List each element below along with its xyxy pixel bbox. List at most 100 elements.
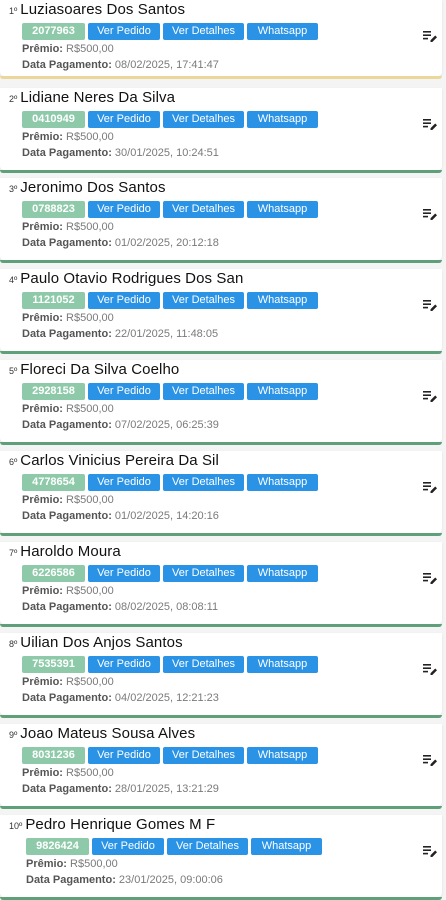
payment-date-value: 22/01/2025, 11:48:05 (114, 328, 219, 340)
ver-pedido-button[interactable]: Ver Pedido (92, 838, 164, 855)
ticket-code-badge: 7535391 (22, 656, 85, 673)
payment-date-line: Data Pagamento: 01/02/2025, 20:12:18 (22, 237, 219, 249)
ver-detalhes-button[interactable]: Ver Detalhes (167, 838, 248, 855)
payment-date-line: Data Pagamento: 30/01/2025, 10:24:51 (22, 147, 219, 159)
ver-pedido-button[interactable]: Ver Pedido (88, 111, 160, 128)
payment-date-line: Data Pagamento: 23/01/2025, 09:00:06 (26, 874, 223, 886)
ver-detalhes-button[interactable]: Ver Detalhes (163, 201, 244, 218)
ver-detalhes-button[interactable]: Ver Detalhes (163, 656, 244, 673)
whatsapp-button[interactable]: Whatsapp (247, 201, 318, 218)
prize-label: Prêmio: (22, 43, 63, 55)
payment-date-label: Data Pagamento: (22, 237, 112, 249)
edit-note-icon[interactable] (422, 206, 438, 222)
ver-pedido-button[interactable]: Ver Pedido (88, 747, 160, 764)
edit-note-icon[interactable] (422, 752, 438, 768)
prize-value: R$500,00 (70, 858, 118, 870)
prize-value: R$500,00 (66, 676, 114, 688)
whatsapp-button[interactable]: Whatsapp (247, 292, 318, 309)
prize-line: Prêmio: R$500,00 (22, 43, 114, 55)
edit-note-icon[interactable] (422, 388, 438, 404)
prize-line: Prêmio: R$500,00 (22, 403, 114, 415)
prize-value: R$500,00 (66, 131, 114, 143)
ver-detalhes-button[interactable]: Ver Detalhes (163, 383, 244, 400)
ver-pedido-button[interactable]: Ver Pedido (88, 656, 160, 673)
whatsapp-button[interactable]: Whatsapp (251, 838, 322, 855)
winner-name: Haroldo Moura (20, 543, 121, 560)
whatsapp-button[interactable]: Whatsapp (247, 747, 318, 764)
whatsapp-button[interactable]: Whatsapp (247, 111, 318, 128)
edit-note-icon[interactable] (422, 28, 438, 44)
edit-note-icon[interactable] (422, 479, 438, 495)
edit-note-icon[interactable] (422, 843, 438, 859)
winner-card: 5º Floreci Da Silva Coelho 2928158 Ver P… (0, 360, 442, 445)
prize-value: R$500,00 (66, 43, 114, 55)
whatsapp-button[interactable]: Whatsapp (247, 656, 318, 673)
winner-header: 2º Lidiane Neres Da Silva (9, 89, 175, 106)
winner-header: 1º Luziasoares Dos Santos (9, 1, 185, 18)
whatsapp-button[interactable]: Whatsapp (247, 565, 318, 582)
winner-header: 8º Uilian Dos Anjos Santos (9, 634, 183, 651)
ticket-code-badge: 9826424 (26, 838, 89, 855)
payment-date-value: 30/01/2025, 10:24:51 (114, 147, 219, 159)
payment-date-line: Data Pagamento: 08/02/2025, 08:08:11 (22, 601, 218, 613)
whatsapp-button[interactable]: Whatsapp (247, 383, 318, 400)
prize-label: Prêmio: (22, 494, 63, 506)
winner-name: Luziasoares Dos Santos (20, 1, 186, 18)
prize-label: Prêmio: (22, 585, 63, 597)
winner-header: 10º Pedro Henrique Gomes M F (9, 816, 215, 833)
ver-pedido-button[interactable]: Ver Pedido (88, 474, 160, 491)
payment-date-label: Data Pagamento: (22, 601, 112, 613)
winner-name: Carlos Vinicius Pereira Da Sil (20, 452, 219, 469)
payment-date-label: Data Pagamento: (22, 59, 112, 71)
ver-detalhes-button[interactable]: Ver Detalhes (163, 747, 244, 764)
ver-detalhes-button[interactable]: Ver Detalhes (163, 474, 244, 491)
edit-note-icon[interactable] (422, 116, 438, 132)
ver-detalhes-button[interactable]: Ver Detalhes (163, 292, 244, 309)
payment-date-value: 08/02/2025, 17:41:47 (114, 59, 219, 71)
winner-name: Joao Mateus Sousa Alves (20, 725, 196, 742)
action-row: 9826424 Ver Pedido Ver Detalhes Whatsapp (26, 838, 322, 855)
payment-date-line: Data Pagamento: 28/01/2025, 13:21:29 (22, 783, 219, 795)
ver-detalhes-button[interactable]: Ver Detalhes (163, 23, 244, 40)
rank-label: 10º (9, 821, 23, 831)
whatsapp-button[interactable]: Whatsapp (247, 23, 318, 40)
ver-pedido-button[interactable]: Ver Pedido (88, 23, 160, 40)
rank-label: 2º (9, 94, 18, 104)
winner-card: 2º Lidiane Neres Da Silva 0410949 Ver Pe… (0, 88, 442, 173)
ticket-code-badge: 2928158 (22, 383, 85, 400)
edit-note-icon[interactable] (422, 570, 438, 586)
prize-label: Prêmio: (22, 767, 63, 779)
payment-date-line: Data Pagamento: 08/02/2025, 17:41:47 (22, 59, 219, 71)
prize-label: Prêmio: (26, 858, 67, 870)
ver-detalhes-button[interactable]: Ver Detalhes (163, 111, 244, 128)
ticket-code-badge: 4778654 (22, 474, 85, 491)
prize-value: R$500,00 (66, 403, 114, 415)
edit-note-icon[interactable] (422, 297, 438, 313)
payment-date-value: 07/02/2025, 06:25:39 (114, 419, 219, 431)
ticket-code-badge: 0410949 (22, 111, 85, 128)
prize-label: Prêmio: (22, 131, 63, 143)
prize-label: Prêmio: (22, 676, 63, 688)
prize-line: Prêmio: R$500,00 (22, 221, 114, 233)
whatsapp-button[interactable]: Whatsapp (247, 474, 318, 491)
rank-label: 4º (9, 275, 18, 285)
winner-header: 6º Carlos Vinicius Pereira Da Sil (9, 452, 219, 469)
ver-pedido-button[interactable]: Ver Pedido (88, 201, 160, 218)
edit-note-icon[interactable] (422, 661, 438, 677)
prize-line: Prêmio: R$500,00 (22, 312, 114, 324)
payment-date-value: 28/01/2025, 13:21:29 (114, 783, 219, 795)
ver-pedido-button[interactable]: Ver Pedido (88, 565, 160, 582)
winner-name: Jeronimo Dos Santos (20, 179, 166, 196)
payment-date-line: Data Pagamento: 04/02/2025, 12:21:23 (22, 692, 219, 704)
ticket-code-badge: 6226586 (22, 565, 85, 582)
winner-name: Uilian Dos Anjos Santos (20, 634, 183, 651)
ticket-code-badge: 8031236 (22, 747, 85, 764)
ver-detalhes-button[interactable]: Ver Detalhes (163, 565, 244, 582)
prize-line: Prêmio: R$500,00 (22, 494, 114, 506)
action-row: 7535391 Ver Pedido Ver Detalhes Whatsapp (22, 656, 318, 673)
prize-value: R$500,00 (66, 221, 114, 233)
ver-pedido-button[interactable]: Ver Pedido (88, 292, 160, 309)
ver-pedido-button[interactable]: Ver Pedido (88, 383, 160, 400)
payment-date-label: Data Pagamento: (26, 874, 116, 886)
action-row: 0410949 Ver Pedido Ver Detalhes Whatsapp (22, 111, 318, 128)
